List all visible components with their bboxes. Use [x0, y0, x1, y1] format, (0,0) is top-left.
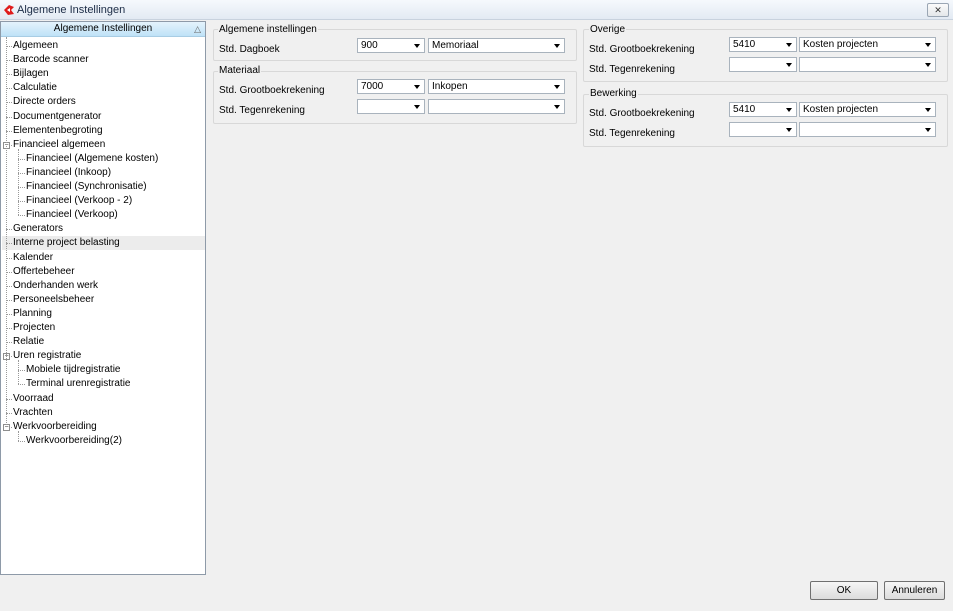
tree-header-label: Algemene Instellingen — [53, 23, 153, 34]
tree-header[interactable]: Algemene Instellingen △ — [1, 22, 205, 37]
group-title-bewerking: Bewerking — [589, 88, 638, 99]
tree-item[interactable]: Financieel (Inkoop) — [26, 166, 111, 180]
dagboek-code-value: 900 — [361, 40, 378, 51]
bewerking-grootboek-name-combo[interactable]: Kosten projecten — [799, 102, 936, 117]
tree-item[interactable]: Algemeen — [13, 39, 58, 53]
bewerking-tegen-code-combo[interactable] — [729, 122, 797, 137]
dropdown-arrow-icon — [925, 63, 931, 67]
dagboek-label: Std. Dagboek — [219, 44, 280, 55]
materiaal-grootboek-code-value: 7000 — [361, 81, 384, 92]
dropdown-arrow-icon — [786, 108, 792, 112]
tree-item[interactable]: Financieel (Verkoop) — [26, 208, 118, 222]
overige-grootboek-code-value: 5410 — [733, 39, 756, 50]
tree-item[interactable]: Elementenbegroting — [13, 124, 103, 138]
tree-item[interactable]: Financieel (Verkoop - 2) — [26, 194, 132, 208]
tree-item[interactable]: Directe orders — [13, 95, 76, 109]
tree-item[interactable]: Barcode scanner — [13, 53, 89, 67]
overige-grootboek-name-value: Kosten projecten — [803, 39, 879, 50]
dropdown-arrow-icon — [554, 85, 560, 89]
dagboek-code-combo[interactable]: 900 — [357, 38, 425, 53]
tree-item[interactable]: Werkvoorbereiding — [13, 420, 97, 434]
dropdown-arrow-icon — [925, 43, 931, 47]
dropdown-arrow-icon — [554, 105, 560, 109]
tree-connector — [18, 215, 25, 217]
tree-item[interactable]: Projecten — [13, 321, 55, 335]
tree-item[interactable]: Financieel (Algemene kosten) — [26, 152, 158, 166]
materiaal-tegen-label: Std. Tegenrekening — [219, 105, 305, 116]
tree-item[interactable]: Offertebeheer — [13, 265, 75, 279]
overige-grootboek-name-combo[interactable]: Kosten projecten — [799, 37, 936, 52]
tree-item[interactable]: Uren registratie — [13, 349, 81, 363]
dagboek-name-value: Memoriaal — [432, 40, 479, 51]
tree-item[interactable]: Voorraad — [13, 392, 54, 406]
dropdown-arrow-icon — [786, 63, 792, 67]
tree-connector — [6, 37, 7, 427]
sort-ascending-icon: △ — [194, 24, 201, 34]
tree-connector — [18, 172, 25, 174]
tree-item[interactable]: Planning — [13, 307, 52, 321]
dropdown-arrow-icon — [414, 85, 420, 89]
dropdown-arrow-icon — [925, 108, 931, 112]
tree-item[interactable]: Generators — [13, 222, 63, 236]
dropdown-arrow-icon — [554, 44, 560, 48]
title-bar: Algemene Instellingen ✕ — [0, 0, 953, 20]
overige-grootboek-code-combo[interactable]: 5410 — [729, 37, 797, 52]
tree-connector — [18, 187, 25, 188]
dropdown-arrow-icon — [414, 105, 420, 109]
dropdown-arrow-icon — [786, 128, 792, 132]
close-icon: ✕ — [934, 5, 942, 15]
materiaal-tegen-code-combo[interactable] — [357, 99, 425, 114]
tree-item[interactable]: Interne project belasting — [2, 236, 205, 251]
ok-button[interactable]: OK — [810, 581, 878, 600]
bewerking-grootboek-label: Std. Grootboekrekening — [589, 108, 695, 119]
tree-connector — [18, 158, 25, 160]
bewerking-grootboek-name-value: Kosten projecten — [803, 104, 879, 115]
materiaal-grootboek-name-combo[interactable]: Inkopen — [428, 79, 565, 94]
materiaal-grootboek-code-combo[interactable]: 7000 — [357, 79, 425, 94]
group-title-algemene-instellingen: Algemene instellingen — [218, 24, 318, 35]
tree-item[interactable]: Werkvoorbereiding(2) — [26, 434, 122, 448]
tree-item[interactable]: Financieel (Synchronisatie) — [26, 180, 147, 194]
settings-tree[interactable]: Algemene Instellingen △ Algemeen Barcode … — [0, 21, 206, 575]
bewerking-grootboek-code-combo[interactable]: 5410 — [729, 102, 797, 117]
tree-item[interactable]: Mobiele tijdregistratie — [26, 363, 121, 377]
tree-connector — [18, 370, 25, 372]
overige-tegen-label: Std. Tegenrekening — [589, 64, 675, 75]
tree-item[interactable]: Kalender — [13, 251, 53, 265]
tree-connector — [18, 201, 25, 203]
bewerking-tegen-name-combo[interactable] — [799, 122, 936, 137]
materiaal-grootboek-name-value: Inkopen — [432, 81, 468, 92]
tree-item[interactable]: Relatie — [13, 335, 44, 349]
tree-connector — [18, 430, 19, 441]
tree-item[interactable]: Documentgenerator — [13, 110, 101, 124]
overige-grootboek-label: Std. Grootboekrekening — [589, 44, 695, 55]
materiaal-grootboek-label: Std. Grootboekrekening — [219, 85, 325, 96]
tree-item[interactable]: Personeelsbeheer — [13, 293, 94, 307]
overige-tegen-name-combo[interactable] — [799, 57, 936, 72]
bewerking-tegen-label: Std. Tegenrekening — [589, 128, 675, 139]
dropdown-arrow-icon — [925, 128, 931, 132]
overige-tegen-code-combo[interactable] — [729, 57, 797, 72]
dagboek-name-combo[interactable]: Memoriaal — [428, 38, 565, 53]
tree-connector — [18, 384, 25, 386]
tree-item[interactable]: Bijlagen — [13, 67, 49, 81]
close-button[interactable]: ✕ — [927, 3, 949, 17]
tree-item[interactable]: Financieel algemeen — [13, 138, 105, 152]
tree-item[interactable]: Vrachten — [13, 406, 53, 420]
tree-item[interactable]: Calculatie — [13, 81, 57, 95]
app-logo-icon — [4, 5, 14, 15]
tree-connector — [18, 360, 19, 385]
group-title-overige: Overige — [589, 24, 627, 35]
tree-connector — [18, 440, 25, 442]
dropdown-arrow-icon — [414, 44, 420, 48]
group-title-materiaal: Materiaal — [218, 65, 262, 76]
window-title: Algemene Instellingen — [17, 4, 126, 16]
materiaal-tegen-name-combo[interactable] — [428, 99, 565, 114]
bewerking-grootboek-code-value: 5410 — [733, 104, 756, 115]
tree-item[interactable]: Terminal urenregistratie — [26, 377, 131, 391]
cancel-button[interactable]: Annuleren — [884, 581, 945, 600]
tree-item[interactable]: Onderhanden werk — [13, 279, 98, 293]
dropdown-arrow-icon — [786, 43, 792, 47]
